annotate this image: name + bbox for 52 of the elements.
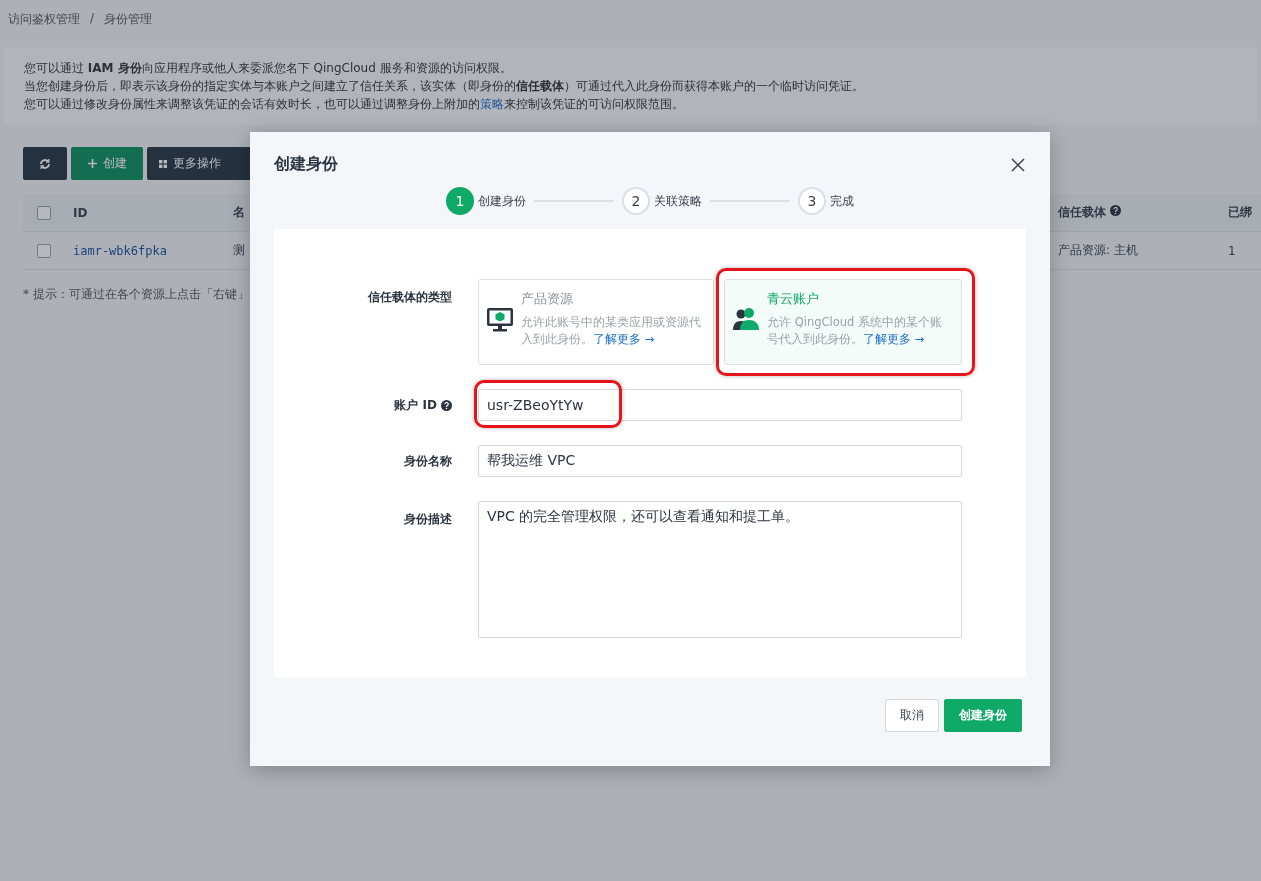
create-button[interactable]: 创建身份 — [944, 699, 1022, 732]
step-number: 2 — [622, 187, 650, 215]
help-icon — [441, 399, 452, 411]
plus-icon — [87, 159, 97, 168]
field-label: 账户 ID — [394, 396, 437, 414]
checkbox[interactable] — [37, 243, 51, 258]
breadcrumb-item[interactable]: 身份管理 — [104, 11, 153, 28]
info-text: 您可以通过 IAM 身份向应用程序或他人来委派您名下 QingCloud 服务和资源的访问权限。 — [24, 60, 513, 77]
create-button[interactable]: 创建 — [71, 147, 143, 180]
info-text: 您可以通过修改身份属性来调整该凭证的会话有效时长，也可以通过调整身份上附加的策略来控制该凭证的可访问权限范围。 — [24, 96, 685, 113]
column-header: 名 — [232, 204, 246, 221]
option-title: 产品资源 — [521, 290, 574, 308]
field-label: 身份描述 — [404, 511, 452, 528]
option-description: 允许此账号中的某类应用或资源代入到此身份。了解更多 → — [521, 314, 702, 348]
step-label: 完成 — [830, 192, 854, 210]
table-cell-text: 产品资源: 主机 — [1057, 242, 1139, 259]
field-label: 信任载体的类型 — [368, 289, 452, 306]
option-description: 允许 QingCloud 系统中的某个账号代入到此身份。了解更多 → — [767, 314, 943, 348]
text-field[interactable]: 帮我运维 VPC — [478, 445, 962, 477]
hint-text: * 提示：可通过在各个资源上点击「右键」 — [23, 286, 249, 303]
refresh-icon — [39, 157, 51, 170]
users-icon — [733, 308, 759, 330]
description-field[interactable]: VPC 的完全管理权限，还可以查看通知和提工单。 — [478, 501, 962, 638]
info-text: 当您创建身份后，即表示该身份的指定实体与本账户之间建立了信任关系，该实体（即身份的信任载体）可通过代入此身份而获得本账户的一个临时访问凭证。 — [24, 78, 865, 95]
step-label: 关联策略 — [654, 192, 702, 210]
step-label: 创建身份 — [478, 192, 526, 210]
step-number: 1 — [446, 187, 474, 215]
policy-link[interactable]: 策略 — [480, 97, 504, 111]
grid-icon — [159, 159, 167, 168]
table-cell-text: 测 — [232, 242, 246, 259]
option-card[interactable]: 青云账户 允许 QingCloud 系统中的某个账号代入到此身份。了解更多 → — [724, 279, 962, 365]
column-header: ID — [72, 205, 89, 220]
table-cell-text: 1 — [1227, 243, 1237, 258]
monitor-icon — [487, 308, 513, 332]
help-icon — [1110, 205, 1122, 216]
step-number: 3 — [798, 187, 826, 215]
checkbox[interactable] — [37, 205, 51, 220]
dialog-title: 创建身份 — [274, 154, 338, 175]
breadcrumb-separator: / — [90, 11, 95, 27]
option-title: 青云账户 — [767, 290, 820, 308]
column-header: 信任载体 — [1048, 204, 1218, 221]
option-card[interactable]: 产品资源 允许此账号中的某类应用或资源代入到此身份。了解更多 → — [478, 279, 714, 365]
field-label: 身份名称 — [404, 452, 452, 470]
close-icon[interactable] — [1010, 156, 1026, 173]
table-cell-text: iamr-wbk6fpka — [72, 243, 168, 258]
learn-more-link[interactable]: 了解更多 → — [863, 332, 925, 346]
column-header: 已绑 — [1227, 204, 1253, 221]
breadcrumb-item[interactable]: 访问鉴权管理 — [8, 11, 80, 28]
learn-more-link[interactable]: 了解更多 → — [593, 332, 655, 346]
refresh-button[interactable] — [23, 147, 67, 180]
cancel-button[interactable]: 取消 — [885, 699, 939, 732]
text-field[interactable]: usr-ZBeoYtYw — [478, 389, 962, 421]
